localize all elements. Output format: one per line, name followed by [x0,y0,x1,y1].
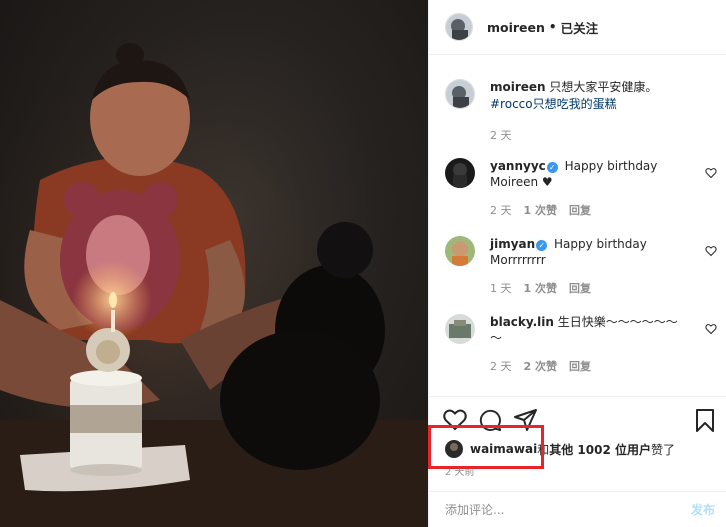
commenter-avatar[interactable] [445,158,475,188]
author-username[interactable]: moireen [487,20,545,35]
comment-time: 1 天 [490,282,512,295]
caption-hashtag[interactable]: #rocco只想吃我的蛋糕 [490,97,617,111]
verified-badge-icon: ✓ [536,240,548,251]
post-comment-button[interactable]: 发布 [691,501,715,518]
add-comment-bar: 添加评论... 发布 [429,491,726,527]
comment-time: 2 天 [490,360,512,373]
bookmark-icon[interactable] [695,409,715,432]
commenter-avatar[interactable] [445,314,475,344]
reply-button[interactable]: 回复 [569,204,591,217]
commenter-username[interactable]: yannyyc [490,159,546,173]
verified-badge-icon: ✓ [546,162,558,173]
heart-icon[interactable] [705,245,717,257]
author-avatar[interactable] [445,13,473,41]
likes-others-link[interactable]: 其他 1002 位用户 [549,441,651,458]
post-header: moireen • 已关注 [429,0,726,55]
post-photo-illustration [0,0,428,527]
post-photo[interactable] [0,0,428,527]
comment-time: 2 天 [490,204,512,217]
heart-icon[interactable] [705,323,717,335]
commenter-username[interactable]: jimyan [490,237,535,251]
comment-input[interactable]: 添加评论... [445,501,504,518]
comment-item: jimyan ✓ Happy birthday Morrrrrrrr 1 天1 次… [445,236,717,296]
comment-item: blacky.lin 生日快樂～～～～～～～ 2 天2 次赞 回复 [445,314,717,374]
highlight-box [428,425,544,469]
commenter-avatar[interactable] [445,236,475,266]
post-caption: moireen 只想大家平安健康。 #rocco只想吃我的蛋糕 2 天 [445,79,715,143]
comment-likes[interactable]: 2 次赞 [524,360,557,373]
caption-username[interactable]: moireen [490,80,546,94]
header-separator: • [548,20,557,34]
comment-likes[interactable]: 1 次赞 [524,282,557,295]
comment-likes[interactable]: 1 次赞 [524,204,557,217]
follow-status-button[interactable]: 已关注 [561,18,599,37]
caption-text: 只想大家平安健康。 [545,80,658,94]
reply-button[interactable]: 回复 [569,282,591,295]
likes-suffix: 赞了 [650,442,675,457]
caption-time: 2 天 [490,129,512,142]
heart-icon[interactable] [705,167,717,179]
commenter-username[interactable]: blacky.lin [490,315,554,329]
caption-avatar[interactable] [445,79,475,109]
comment-item: yannyyc ✓ Happy birthday Moireen ♥ 2 天1 次… [445,158,717,218]
reply-button[interactable]: 回复 [569,360,591,373]
